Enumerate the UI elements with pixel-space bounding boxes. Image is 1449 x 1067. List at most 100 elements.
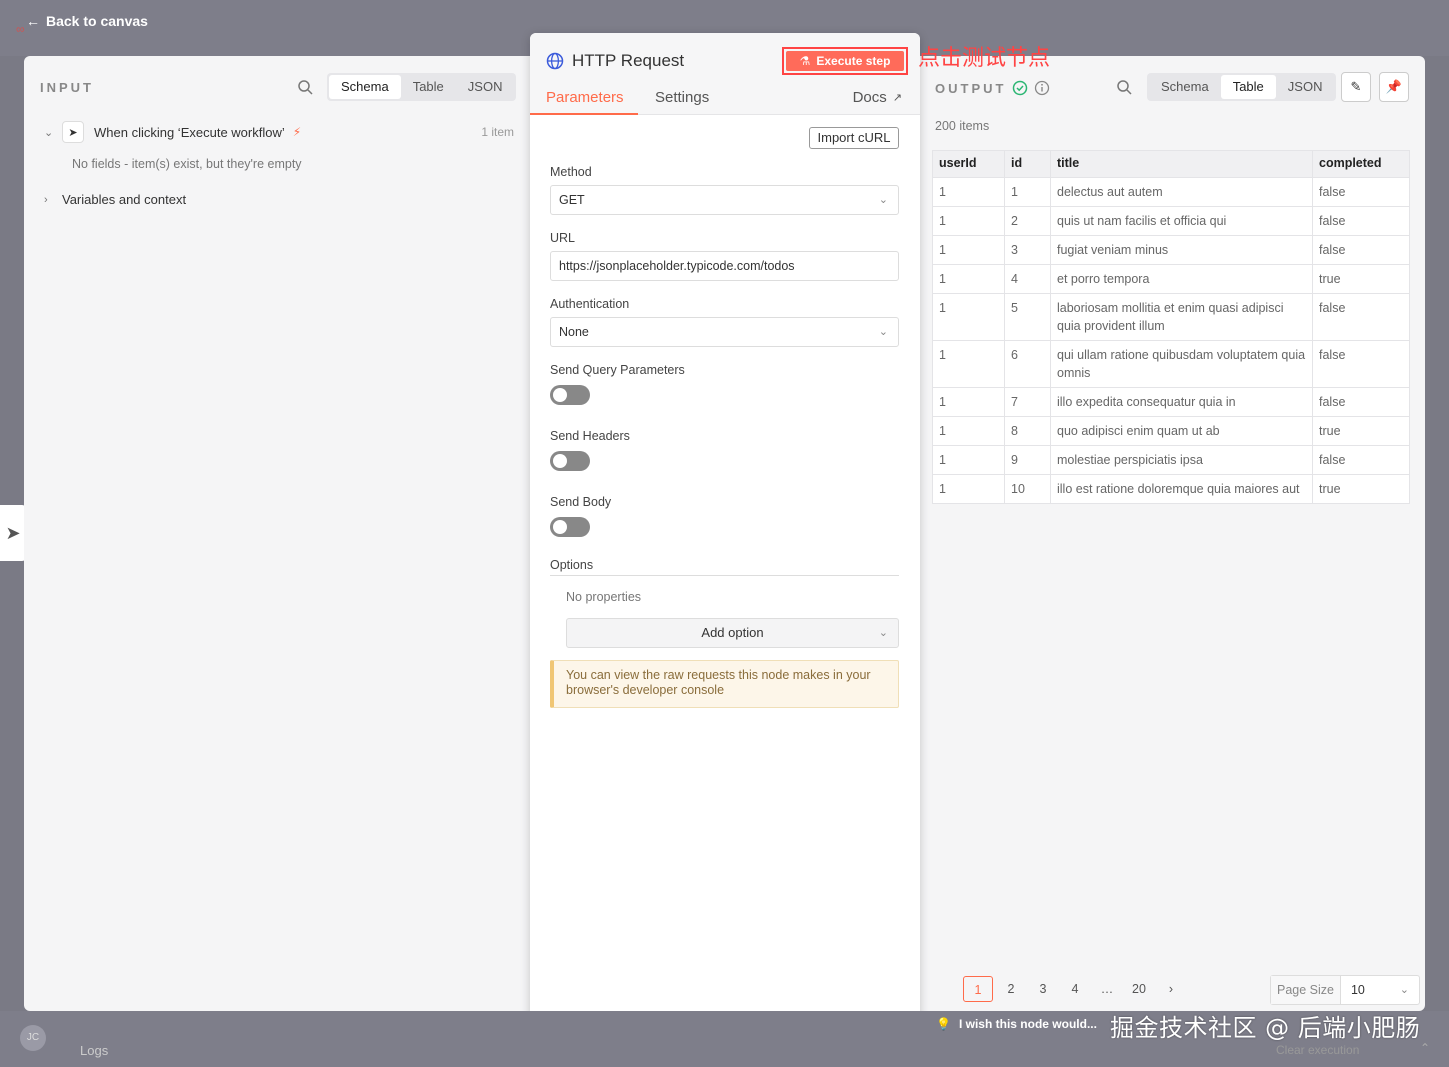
table-cell[interactable]: false bbox=[1312, 445, 1410, 475]
variables-context-row[interactable]: › Variables and context bbox=[44, 192, 186, 207]
table-cell[interactable]: 1 bbox=[1004, 177, 1051, 207]
output-search-icon[interactable] bbox=[1116, 79, 1132, 95]
send-body-toggle[interactable] bbox=[550, 517, 590, 537]
pin-data-button[interactable]: 📌 bbox=[1379, 72, 1409, 102]
table-cell[interactable]: 6 bbox=[1004, 340, 1051, 388]
trigger-node-row[interactable]: ⌄ ➤ When clicking ‘Execute workflow’ ⚡ 1… bbox=[44, 121, 514, 143]
back-to-canvas-button[interactable]: ← Back to canvas bbox=[26, 13, 148, 29]
add-option-button[interactable]: Add option ⌄ bbox=[566, 618, 899, 648]
execute-step-button[interactable]: ⚗ Execute step bbox=[786, 51, 904, 71]
table-cell[interactable]: 1 bbox=[932, 177, 1005, 207]
pencil-icon: ✎ bbox=[1350, 79, 1362, 94]
url-input[interactable]: https://jsonplaceholder.typicode.com/tod… bbox=[550, 251, 899, 281]
table-row: 1 10 illo est ratione doloremque quia maio… bbox=[932, 474, 1410, 504]
table-cell[interactable]: false bbox=[1312, 340, 1410, 388]
table-cell[interactable]: 4 bbox=[1004, 264, 1051, 294]
table-cell[interactable]: 1 bbox=[932, 235, 1005, 265]
tab-settings[interactable]: Settings bbox=[655, 89, 709, 106]
table-cell[interactable]: molestiae perspiciatis ipsa bbox=[1050, 445, 1313, 475]
output-table: userId id title completed 1 1 delectus aut… bbox=[932, 150, 1410, 504]
method-select[interactable]: GET ⌄ bbox=[550, 185, 899, 215]
table-cell[interactable]: qui ullam ratione quibusdam voluptatem q… bbox=[1050, 340, 1313, 388]
table-cell[interactable]: 7 bbox=[1004, 387, 1051, 417]
page-button[interactable]: 4 bbox=[1059, 976, 1091, 1002]
table-cell[interactable]: 3 bbox=[1004, 235, 1051, 265]
table-cell[interactable]: 10 bbox=[1004, 474, 1051, 504]
table-cell[interactable]: 1 bbox=[932, 387, 1005, 417]
pointer-icon[interactable]: ➤ bbox=[0, 505, 26, 561]
page-size-value[interactable]: 10 ⌄ bbox=[1341, 976, 1419, 1004]
table-cell[interactable]: et porro tempora bbox=[1050, 264, 1313, 294]
logs-tab[interactable]: Logs bbox=[80, 1043, 108, 1058]
table-cell[interactable]: false bbox=[1312, 235, 1410, 265]
authentication-select[interactable]: None ⌄ bbox=[550, 317, 899, 347]
url-value: https://jsonplaceholder.typicode.com/tod… bbox=[559, 259, 795, 273]
next-page-icon[interactable]: › bbox=[1155, 976, 1187, 1002]
search-icon[interactable] bbox=[297, 79, 313, 95]
column-header[interactable]: id bbox=[1004, 150, 1051, 178]
table-cell[interactable]: laboriosam mollitia et enim quasi adipis… bbox=[1050, 293, 1313, 341]
output-view-schema[interactable]: Schema bbox=[1149, 75, 1221, 99]
table-cell[interactable]: 1 bbox=[932, 264, 1005, 294]
table-cell[interactable]: true bbox=[1312, 416, 1410, 446]
table-cell[interactable]: quis ut nam facilis et officia qui bbox=[1050, 206, 1313, 236]
page-button[interactable]: 20 bbox=[1123, 976, 1155, 1002]
page-button[interactable]: 1 bbox=[963, 976, 993, 1002]
table-cell[interactable]: 1 bbox=[932, 474, 1005, 504]
send-headers-toggle[interactable] bbox=[550, 451, 590, 471]
avatar[interactable]: JC bbox=[20, 1025, 46, 1051]
column-header[interactable]: userId bbox=[932, 150, 1005, 178]
table-cell[interactable]: false bbox=[1312, 177, 1410, 207]
node-title[interactable]: HTTP Request bbox=[572, 51, 684, 71]
info-icon[interactable] bbox=[1034, 80, 1050, 96]
page-ellipsis[interactable]: … bbox=[1091, 976, 1123, 1002]
table-cell[interactable]: illo expedita consequatur quia in bbox=[1050, 387, 1313, 417]
edit-output-button[interactable]: ✎ bbox=[1341, 72, 1371, 102]
chevron-down-icon: ⌄ bbox=[878, 627, 888, 639]
table-cell[interactable]: true bbox=[1312, 264, 1410, 294]
table-cell[interactable]: 1 bbox=[932, 416, 1005, 446]
table-cell[interactable]: fugiat veniam minus bbox=[1050, 235, 1313, 265]
table-cell[interactable]: 8 bbox=[1004, 416, 1051, 446]
table-cell[interactable]: 2 bbox=[1004, 206, 1051, 236]
chevron-down-icon[interactable]: ⌄ bbox=[44, 126, 62, 139]
table-cell[interactable]: false bbox=[1312, 293, 1410, 341]
table-cell[interactable]: false bbox=[1312, 387, 1410, 417]
table-cell[interactable]: true bbox=[1312, 474, 1410, 504]
table-cell[interactable]: illo est ratione doloremque quia maiores… bbox=[1050, 474, 1313, 504]
table-cell[interactable]: 1 bbox=[932, 340, 1005, 388]
table-cell[interactable]: 5 bbox=[1004, 293, 1051, 341]
input-view-json[interactable]: JSON bbox=[456, 75, 515, 99]
chevron-up-icon[interactable]: ⌃ bbox=[1420, 1041, 1430, 1055]
column-header[interactable]: title bbox=[1050, 150, 1313, 178]
table-cell[interactable]: quo adipisci enim quam ut ab bbox=[1050, 416, 1313, 446]
docs-link[interactable]: Docs ↗ bbox=[853, 89, 902, 106]
input-view-table[interactable]: Table bbox=[401, 75, 456, 99]
node-title-row: HTTP Request bbox=[546, 51, 684, 71]
page-button[interactable]: 3 bbox=[1027, 976, 1059, 1002]
table-cell[interactable]: 9 bbox=[1004, 445, 1051, 475]
chevron-right-icon[interactable]: › bbox=[44, 194, 62, 206]
table-cell[interactable]: 1 bbox=[932, 293, 1005, 341]
cursor-icon: ➤ bbox=[62, 121, 84, 143]
import-curl-button[interactable]: Import cURL bbox=[809, 127, 899, 149]
success-check-icon bbox=[1013, 80, 1028, 96]
output-item-count: 200 items bbox=[935, 119, 990, 133]
table-cell[interactable]: 1 bbox=[932, 206, 1005, 236]
table-row: 1 8 quo adipisci enim quam ut ab true bbox=[932, 416, 1410, 446]
page-size-select[interactable]: Page Size 10 ⌄ bbox=[1270, 975, 1420, 1005]
input-view-schema[interactable]: Schema bbox=[329, 75, 401, 99]
feedback-link[interactable]: 💡 I wish this node would... bbox=[936, 1017, 1097, 1031]
table-cell[interactable]: 1 bbox=[932, 445, 1005, 475]
send-query-toggle[interactable] bbox=[550, 385, 590, 405]
clear-execution-button[interactable]: Clear execution bbox=[1276, 1043, 1359, 1057]
chevron-down-icon: ⌄ bbox=[878, 326, 888, 338]
output-view-json[interactable]: JSON bbox=[1276, 75, 1335, 99]
output-view-table[interactable]: Table bbox=[1220, 75, 1276, 99]
column-header[interactable]: completed bbox=[1312, 150, 1410, 178]
tab-parameters[interactable]: Parameters bbox=[546, 89, 624, 106]
table-cell[interactable]: false bbox=[1312, 206, 1410, 236]
page-button[interactable]: 2 bbox=[995, 976, 1027, 1002]
external-link-icon: ↗ bbox=[892, 92, 902, 104]
table-cell[interactable]: delectus aut autem bbox=[1050, 177, 1313, 207]
